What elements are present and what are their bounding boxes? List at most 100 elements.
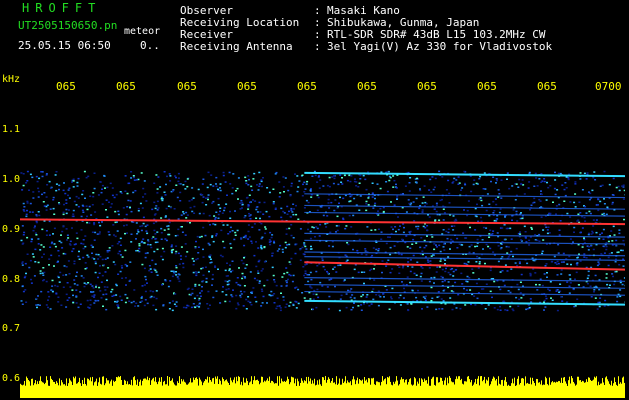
noise-dot	[130, 233, 133, 235]
noise-dot	[397, 228, 400, 231]
noise-dot	[613, 234, 616, 236]
noise-dot	[67, 189, 70, 191]
histogram-bar	[228, 382, 229, 398]
noise-dot	[230, 271, 232, 273]
noise-dot	[353, 297, 356, 299]
noise-dot	[430, 191, 433, 193]
noise-dot	[318, 175, 320, 177]
noise-dot	[542, 239, 545, 241]
histogram-bar	[308, 376, 309, 398]
noise-dot	[442, 246, 445, 248]
noise-dot	[88, 222, 91, 224]
noise-dot	[51, 241, 54, 244]
x-tick-label: 065	[177, 80, 197, 93]
noise-dot	[35, 304, 38, 306]
noise-dot	[489, 247, 492, 250]
noise-dot	[198, 306, 201, 308]
noise-dot	[409, 204, 412, 206]
noise-dot	[130, 177, 133, 179]
noise-dot	[348, 174, 351, 177]
histogram-bar	[222, 377, 223, 398]
histogram-bar	[93, 385, 94, 398]
histogram-bar	[203, 382, 204, 398]
noise-dot	[307, 228, 309, 231]
histogram-bar	[100, 383, 101, 398]
histogram-bar	[161, 377, 162, 398]
noise-dot	[219, 254, 222, 257]
noise-dot	[22, 234, 25, 236]
histogram-bar	[604, 384, 605, 398]
x-tick-label: 0700	[595, 80, 622, 93]
noise-dot	[401, 238, 404, 241]
noise-dot	[76, 237, 79, 240]
noise-dot	[66, 234, 69, 236]
noise-dot	[511, 219, 513, 221]
noise-dot	[157, 207, 160, 209]
noise-dot	[285, 233, 288, 235]
histogram-bar	[234, 377, 235, 398]
noise-dot	[95, 286, 97, 288]
noise-dot	[65, 306, 68, 308]
noise-dot	[197, 299, 200, 301]
noise-dot	[65, 212, 68, 215]
noise-dot	[554, 262, 557, 264]
noise-dot	[94, 231, 97, 234]
histogram-bar	[514, 377, 515, 398]
noise-dot	[241, 201, 244, 204]
histogram-bar	[576, 384, 577, 398]
noise-dot	[247, 300, 250, 303]
histogram-bar	[197, 379, 198, 398]
noise-dot	[510, 250, 513, 253]
noise-dot	[146, 252, 149, 254]
noise-dot	[55, 189, 58, 192]
histogram-bar	[589, 377, 590, 398]
noise-dot	[142, 222, 145, 225]
noise-dot	[160, 227, 163, 230]
noise-dot	[248, 178, 250, 181]
noise-dot	[296, 190, 299, 193]
noise-dot	[597, 204, 599, 206]
noise-dot	[569, 201, 572, 203]
noise-dot	[364, 178, 367, 181]
noise-dot	[42, 274, 45, 276]
histogram-bar	[397, 380, 398, 398]
noise-dot	[42, 279, 44, 282]
histogram-bar	[355, 384, 356, 398]
noise-dot	[282, 210, 285, 213]
noise-dot	[187, 287, 190, 290]
noise-dot	[553, 255, 556, 258]
noise-dot	[260, 222, 263, 225]
noise-dot	[438, 244, 441, 247]
noise-dot	[371, 182, 374, 184]
noise-dot	[177, 273, 180, 275]
histogram-bar	[338, 383, 339, 398]
noise-dot	[280, 285, 283, 287]
noise-dot	[240, 237, 242, 239]
histogram-bar	[57, 382, 58, 398]
noise-dot	[473, 179, 476, 181]
noise-dot	[605, 248, 608, 251]
noise-dot	[409, 247, 412, 249]
noise-dot	[303, 253, 306, 256]
noise-dot	[370, 229, 373, 231]
noise-dot	[166, 225, 169, 228]
histogram-bar	[341, 384, 342, 398]
noise-dot	[236, 302, 239, 304]
histogram-bar	[72, 385, 73, 398]
noise-dot	[97, 258, 100, 260]
noise-dot	[53, 243, 56, 245]
noise-dot	[326, 270, 328, 273]
noise-dot	[412, 201, 415, 203]
noise-dot	[45, 230, 48, 232]
noise-dot	[256, 211, 259, 213]
noise-dot	[474, 229, 477, 231]
noise-dot	[25, 213, 28, 216]
noise-dot	[132, 300, 135, 303]
noise-dot	[189, 294, 192, 296]
histogram-bar	[496, 379, 497, 398]
noise-dot	[41, 193, 43, 196]
noise-dot	[279, 307, 282, 309]
noise-dot	[118, 241, 121, 243]
noise-dot	[83, 282, 86, 284]
histogram-bar	[119, 377, 120, 398]
